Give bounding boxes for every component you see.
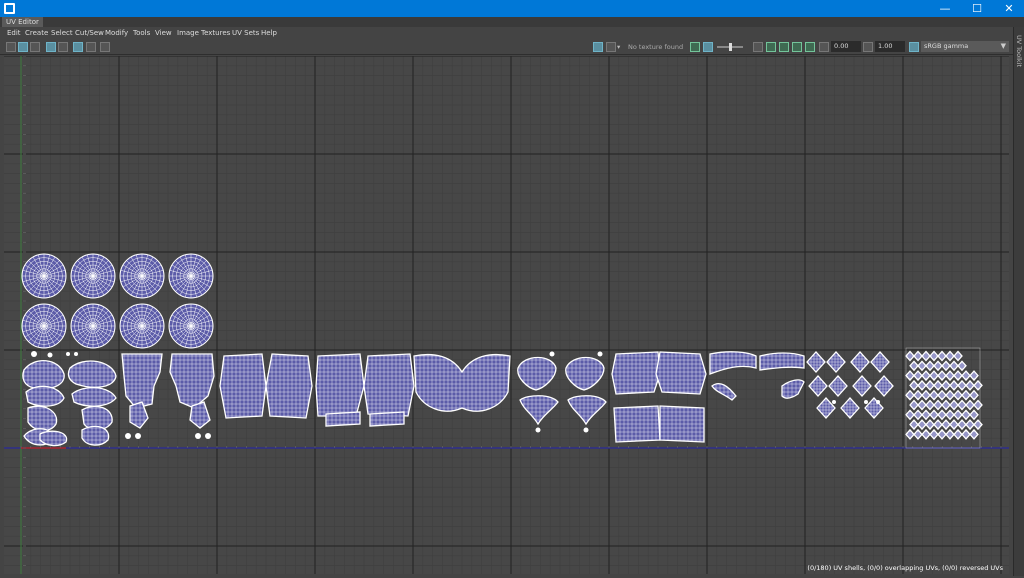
uv-grid-canvas[interactable] [4, 55, 1009, 574]
uv-status-readout: (0/180) UV shells, (0/0) overlapping UVs… [807, 564, 1003, 572]
color-space-value: sRGB gamma [924, 42, 969, 50]
panel-tab-bar: UV Editor [0, 17, 1024, 27]
menu-select[interactable]: Select [51, 27, 73, 39]
menu-image[interactable]: Image [177, 27, 199, 39]
shaded-display-icon[interactable] [18, 42, 28, 52]
exposure-slider[interactable] [717, 43, 743, 51]
color-space-dropdown[interactable]: sRGB gamma ▼ [921, 41, 1009, 52]
grid-icon[interactable] [73, 42, 83, 52]
uv-toolkit-label: UV Toolkit [1015, 35, 1023, 68]
color-space-icon[interactable] [909, 42, 919, 52]
menu-edit[interactable]: Edit [7, 27, 21, 39]
outline-icon[interactable] [792, 42, 802, 52]
image-icon[interactable] [593, 42, 603, 52]
title-bar: — ☐ ✕ [0, 0, 1024, 17]
no-texture-label: No texture found [628, 43, 684, 51]
gamma-icon[interactable] [863, 42, 873, 52]
menu-textures[interactable]: Textures [201, 27, 230, 39]
uv-shell-small [135, 433, 141, 439]
uv-cap-shell [168, 303, 214, 349]
uv-shell-small [125, 433, 131, 439]
uv-shell-small [47, 352, 53, 358]
uv-shell-small [74, 352, 78, 356]
channel-display-icon[interactable] [703, 42, 713, 52]
exposure-icon[interactable] [819, 42, 829, 52]
shell-border-icon[interactable] [753, 42, 763, 52]
uv-shell-icon[interactable] [805, 42, 815, 52]
uv-shell-small [31, 351, 37, 357]
exposure-field[interactable]: 0.00 [831, 41, 861, 52]
uv-cap-shell [21, 303, 67, 349]
menu-view[interactable]: View [155, 27, 172, 39]
toolbar: ▾ No texture found 0.00 1.00 sRGB gamma … [0, 39, 1013, 55]
close-icon[interactable]: ✕ [994, 0, 1024, 17]
exposure-slider-handle[interactable] [728, 43, 732, 51]
uv-toolkit-collapsed-panel[interactable]: UV Toolkit [1013, 27, 1024, 576]
uv-shell-small [195, 433, 201, 439]
menu-modify[interactable]: Modify [105, 27, 128, 39]
menu-tools[interactable]: Tools [133, 27, 150, 39]
image-display-icon[interactable] [46, 42, 56, 52]
pixel-snap-icon[interactable] [86, 42, 96, 52]
menu-uv-sets[interactable]: UV Sets [232, 27, 259, 39]
uv-viewport[interactable]: (0/180) UV shells, (0/0) overlapping UVs… [4, 55, 1009, 574]
uv-cap-shell [70, 303, 116, 349]
uv-cap-shell [119, 303, 165, 349]
checker-icon[interactable] [606, 42, 616, 52]
uv-cap-shell [70, 253, 116, 299]
maximize-icon[interactable]: ☐ [962, 0, 992, 17]
menu-create[interactable]: Create [25, 27, 48, 39]
uv-shell-small [549, 351, 555, 357]
uv-shell-small [832, 400, 836, 404]
uv-shell-small [66, 352, 70, 356]
distortion-icon[interactable] [766, 42, 776, 52]
uv-cap-shell [119, 253, 165, 299]
uv-cap-shell [21, 253, 67, 299]
image-range-icon[interactable] [100, 42, 110, 52]
dropdown-caret-icon[interactable]: ▾ [617, 42, 620, 52]
uv-editor-tab[interactable]: UV Editor [2, 17, 43, 27]
uv-shell-small [876, 400, 880, 404]
uv-cap-shell [168, 253, 214, 299]
texture-borders-icon[interactable] [30, 42, 40, 52]
maya-app-icon [4, 3, 15, 14]
uv-shell-small [597, 351, 603, 357]
isolate-select-icon[interactable] [690, 42, 700, 52]
uv-shell-small [864, 400, 868, 404]
menu-cut-sew[interactable]: Cut/Sew [75, 27, 104, 39]
uv-shell-small [535, 427, 541, 433]
dim-image-icon[interactable] [58, 42, 68, 52]
menu-bar: Edit Create Select Cut/Sew Modify Tools … [0, 27, 1013, 39]
menu-help[interactable]: Help [261, 27, 277, 39]
chevron-down-icon: ▼ [1000, 42, 1006, 50]
uv-shell-small [205, 433, 211, 439]
uv-snapshot-icon[interactable] [6, 42, 16, 52]
uv-editor-window: — ☐ ✕ UV Editor Edit Create Select Cut/S… [0, 0, 1024, 576]
filter-icon[interactable] [779, 42, 789, 52]
uv-shell-small [583, 427, 589, 433]
minimize-icon[interactable]: — [930, 0, 960, 17]
gamma-field[interactable]: 1.00 [875, 41, 905, 52]
